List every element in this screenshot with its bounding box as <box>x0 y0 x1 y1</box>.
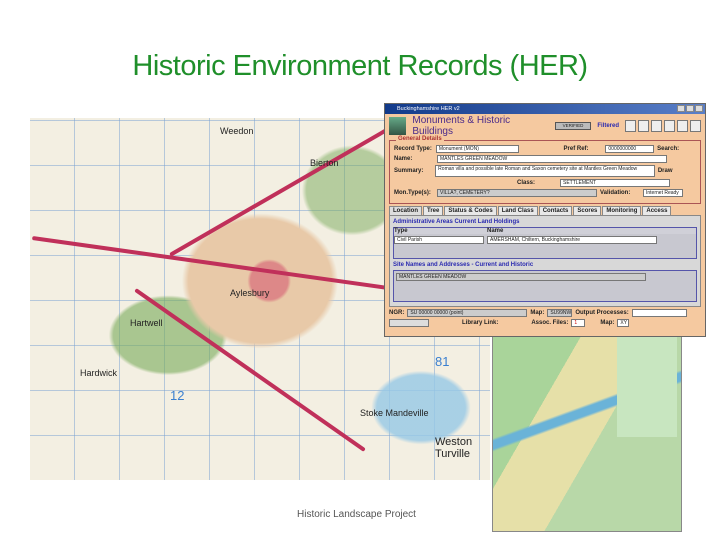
section-heading: General Details <box>396 136 444 142</box>
slide-title: Historic Environment Records (HER) <box>132 50 588 82</box>
historic-map-inset <box>492 330 682 532</box>
site-names-grid: MANTLES GREEN MEADOW <box>393 270 697 302</box>
map-label: Hartwell <box>130 318 163 328</box>
map-label: Stoke Mandeville <box>360 408 429 418</box>
location-panel: Administrative Areas Current Land Holdin… <box>389 215 701 307</box>
validation-label: Validation: <box>600 190 631 196</box>
column-header: Name <box>487 228 504 234</box>
map-label: Weston Turville <box>435 436 473 460</box>
map-sheet-field[interactable]: SU99NW <box>547 309 573 317</box>
summary-label: Summary: <box>394 168 424 174</box>
status-badge: VERIFIED <box>554 122 592 130</box>
map-legend <box>617 337 677 437</box>
validation-select[interactable]: Internet Ready <box>643 189 683 197</box>
her-database-window: Buckinghamshire HER v2 Monuments & Histo… <box>384 103 706 337</box>
map-road <box>134 288 366 452</box>
report-icon[interactable] <box>638 120 649 132</box>
pref-ref-field[interactable]: 0000000000 <box>605 145 655 153</box>
close-button[interactable] <box>695 105 703 112</box>
new-record-icon[interactable] <box>651 120 662 132</box>
xy-button[interactable]: XY <box>617 319 630 327</box>
admin-type-cell[interactable]: Civil Parish <box>394 236 484 244</box>
tab-scores[interactable]: Scores <box>573 206 602 215</box>
record-navigation[interactable] <box>389 319 429 327</box>
admin-areas-heading: Administrative Areas Current Land Holdin… <box>393 219 520 225</box>
tab-contacts[interactable]: Contacts <box>538 206 573 215</box>
tab-monitoring[interactable]: Monitoring <box>602 206 642 215</box>
app-title: Monuments & Historic Buildings <box>412 115 511 137</box>
delete-icon[interactable] <box>664 120 675 132</box>
general-details-section: General Details Record Type: Monument (MO… <box>389 136 701 204</box>
ngr-field[interactable]: SU 00000 00000 (point) <box>407 309 528 317</box>
app-logo-icon <box>389 117 407 135</box>
summary-field[interactable]: Roman villa and possible late Roman and … <box>435 165 655 177</box>
grid-number: 81 <box>435 354 450 369</box>
map-label: Weedon <box>220 126 254 136</box>
slide-footer: Historic Landscape Project <box>297 509 416 520</box>
column-header: Type <box>394 228 408 234</box>
output-select[interactable] <box>631 309 687 317</box>
exit-icon[interactable] <box>690 120 701 132</box>
files-count: 1 <box>571 319 586 327</box>
draw-label: Draw <box>657 168 673 174</box>
tab-tree[interactable]: Tree <box>423 206 444 215</box>
name-label: Name: <box>394 156 413 162</box>
window-titlebar: Buckinghamshire HER v2 <box>385 104 705 114</box>
search-label: Search: <box>657 146 680 152</box>
name-field[interactable]: MANTLES GREEN MEADOW <box>437 155 667 163</box>
site-names-heading: Site Names and Addresses - Current and H… <box>393 262 534 268</box>
map-sheet-label: Map: <box>530 310 545 316</box>
mon-types-label: Mon.Type(s): <box>394 190 431 196</box>
assoc-files-label: Assoc. Files: <box>531 320 569 326</box>
map-button-label: Map: <box>600 320 615 326</box>
class-label: Class: <box>517 180 536 186</box>
ngr-label: NGR: <box>389 310 405 316</box>
tab-access[interactable]: Access <box>642 206 672 215</box>
output-label: Output Processes: <box>575 310 629 316</box>
tab-location[interactable]: Location <box>389 206 422 215</box>
record-type-select[interactable]: Monument (MON) <box>435 145 519 153</box>
filtered-indicator: Filtered <box>597 123 619 129</box>
tab-status-codes[interactable]: Status & Codes <box>444 206 497 215</box>
grid-number: 12 <box>170 388 185 403</box>
print-icon[interactable] <box>625 120 636 132</box>
class-field[interactable]: SETTLEMENT <box>560 179 670 187</box>
pref-ref-label: Pref Ref: <box>563 146 589 152</box>
record-type-label: Record Type: <box>394 146 432 152</box>
mon-types-field[interactable]: VILLA?, CEMETERY? <box>437 189 597 197</box>
admin-name-cell[interactable]: AMERSHAM, Chiltern, Buckinghamshire <box>487 236 657 244</box>
map-label: Hardwick <box>80 368 118 378</box>
admin-areas-grid: Type Name Civil Parish AMERSHAM, Chiltern,… <box>393 227 697 259</box>
map-label: Bierton <box>310 158 339 168</box>
maximize-button[interactable] <box>686 105 694 112</box>
site-name-cell[interactable]: MANTLES GREEN MEADOW <box>396 273 646 281</box>
tab-land-class[interactable]: Land Class <box>497 206 538 215</box>
library-link-label: Library Link: <box>462 320 499 326</box>
map-label: Aylesbury <box>230 288 270 298</box>
help-icon[interactable] <box>677 120 688 132</box>
window-title: Buckinghamshire HER v2 <box>397 106 460 112</box>
minimize-button[interactable] <box>677 105 685 112</box>
